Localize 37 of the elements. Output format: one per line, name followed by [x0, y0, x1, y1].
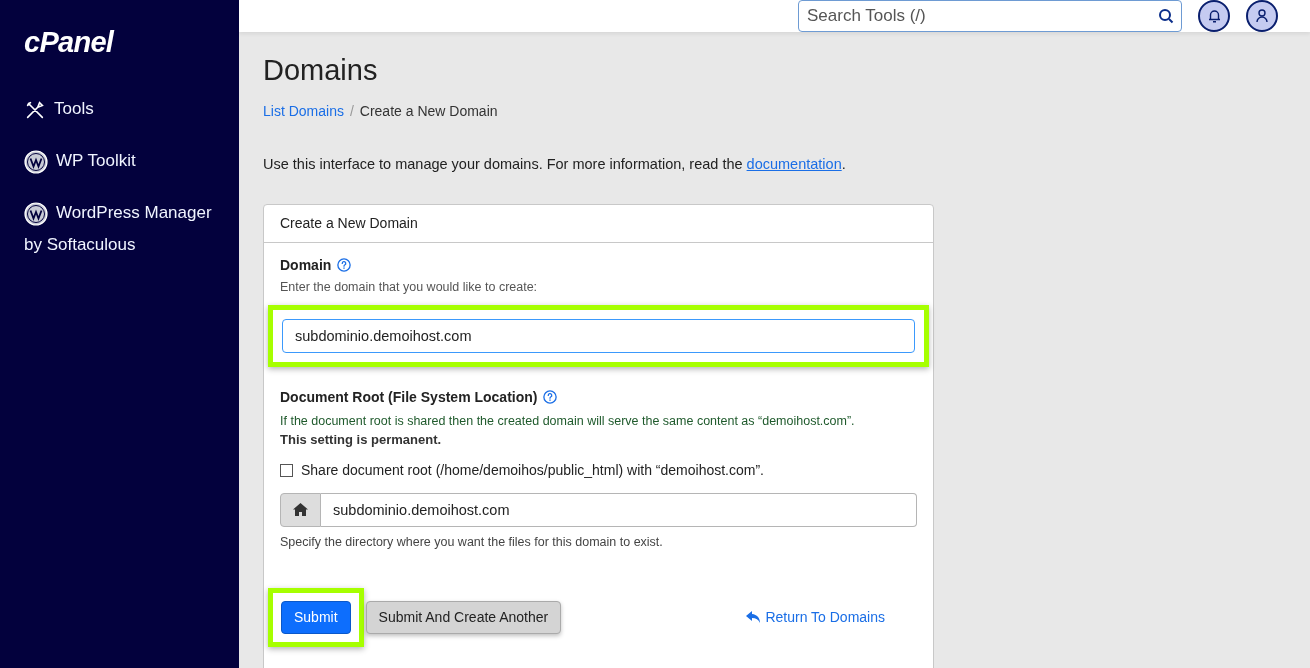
sidebar-item[interactable]: WP Toolkit — [24, 145, 215, 177]
reply-arrow-icon — [746, 610, 762, 624]
submit-button[interactable]: Submit — [281, 600, 351, 634]
bell-icon — [1207, 9, 1221, 23]
help-text: Enter the domain that you would like to create: — [280, 278, 539, 296]
help-icon[interactable] — [337, 258, 352, 273]
intro-text: Use this interface to manage your domains. For more information, read the documentation. — [263, 155, 847, 174]
field-label: Document Root (File System Location) — [280, 387, 538, 407]
wordpress-icon — [24, 149, 48, 174]
sidebar-item[interactable]: WordPress Manager by Softaculous — [24, 197, 215, 261]
breadcrumb-separator: / — [349, 102, 354, 121]
help-icon[interactable] — [543, 390, 558, 404]
docroot-note: If the document root is shared then the created domain will serve the same content as “demoihost.com”. — [280, 412, 856, 430]
card-title: Create a New Domain — [264, 204, 933, 243]
page-title: Domains — [263, 56, 379, 85]
sidebar-item[interactable]: Tools — [24, 93, 215, 125]
breadcrumb-link[interactable]: List Domains — [263, 101, 344, 122]
tools-icon — [24, 98, 46, 121]
documentation-link[interactable]: documentation — [746, 156, 842, 172]
field-label: Domain — [280, 255, 332, 275]
submit-another-button[interactable]: Submit And Create Another — [365, 600, 562, 634]
return-link[interactable]: Return To Domains — [746, 606, 885, 628]
user-button[interactable] — [1246, 0, 1278, 32]
share-checkbox[interactable] — [280, 463, 293, 477]
wordpress-icon — [24, 201, 48, 226]
permanent-note: This setting is permanent. — [280, 431, 443, 450]
home-icon — [293, 503, 308, 517]
checkbox-label: Share document root (/home/demoihos/public_html) with “demoihost.com”. — [301, 460, 764, 480]
notifications-button[interactable] — [1198, 0, 1230, 32]
hint-text: Specify the directory where you want the files for this domain to exist. — [280, 533, 664, 551]
docroot-input[interactable]: subdominio.demoihost.com — [321, 492, 917, 527]
breadcrumb-current: Create a New Domain — [359, 102, 498, 121]
user-icon — [1256, 9, 1268, 23]
search-field[interactable]: Search Tools (/) — [798, 0, 1182, 32]
search-icon[interactable] — [1158, 8, 1174, 24]
logo[interactable]: cPanel — [24, 28, 215, 57]
domain-input[interactable]: subdominio.demoihost.com — [282, 318, 915, 353]
